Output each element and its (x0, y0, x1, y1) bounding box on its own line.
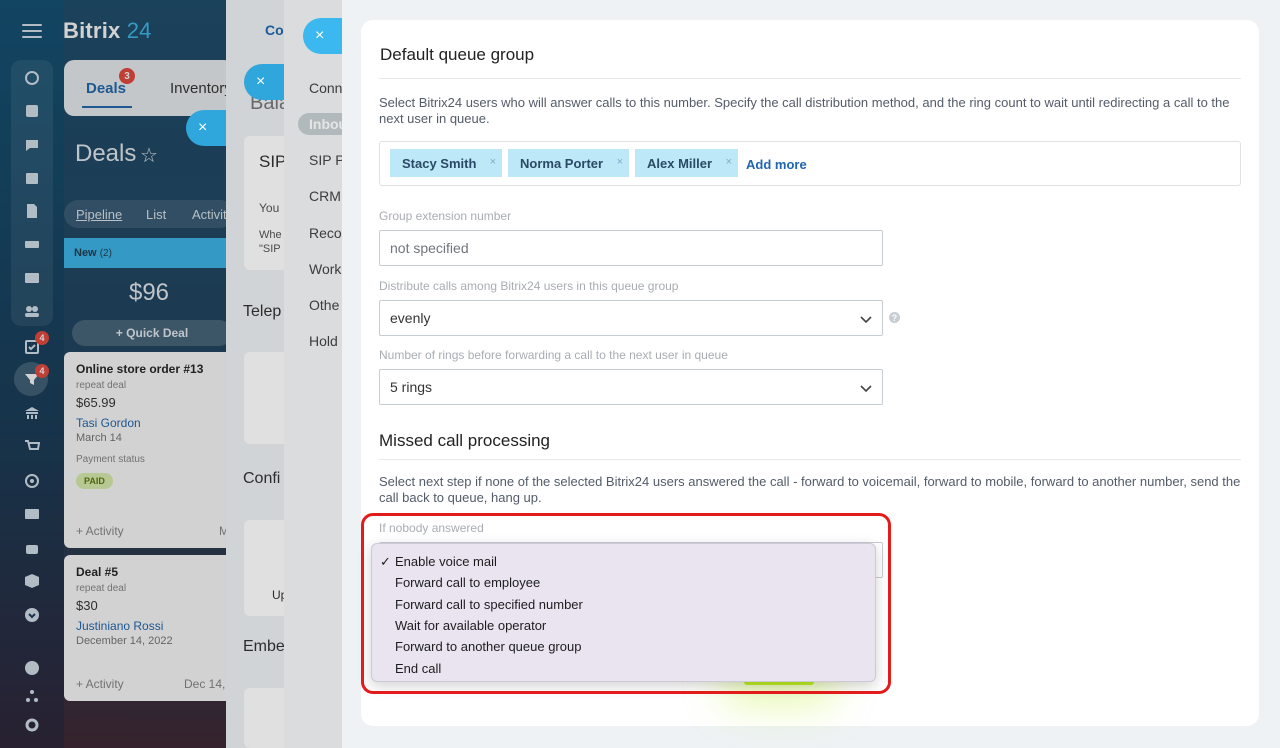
distribute-label: Distribute calls among Bitrix24 users in… (379, 279, 679, 293)
remove-chip-icon[interactable]: × (726, 156, 732, 168)
help-icon[interactable]: ? (889, 312, 900, 323)
close-slider-button[interactable]: × (303, 18, 343, 54)
missed-description: Select next step if none of the selected… (379, 474, 1241, 505)
distribute-value: evenly (390, 310, 431, 326)
user-chip[interactable]: Norma Porter × (508, 149, 629, 177)
rings-label: Number of rings before forwarding a call… (379, 348, 728, 362)
user-chip[interactable]: Stacy Smith × (390, 149, 502, 177)
ext-label: Group extension number (379, 209, 512, 223)
user-chip[interactable]: Alex Miller × (635, 149, 738, 177)
queue-description: Select Bitrix24 users who will answer ca… (379, 95, 1230, 126)
missed-section-title: Missed call processing (379, 431, 551, 450)
close-slider-button[interactable]: × (244, 64, 284, 100)
close-slider-button[interactable]: × (186, 110, 226, 146)
rings-select[interactable]: 5 rings (379, 369, 883, 405)
close-icon: × (198, 119, 208, 136)
queue-section-title: Default queue group (380, 45, 535, 64)
extension-input[interactable]: not specified (379, 230, 883, 266)
rings-value: 5 rings (390, 379, 433, 395)
remove-chip-icon[interactable]: × (490, 156, 496, 168)
remove-chip-icon[interactable]: × (617, 156, 623, 168)
highlight-frame (361, 513, 891, 694)
close-icon: × (256, 73, 266, 90)
add-more-link[interactable]: Add more (746, 157, 807, 172)
chevron-down-icon (860, 385, 872, 393)
close-icon: × (315, 27, 325, 44)
divider (379, 78, 1241, 79)
distribute-select[interactable]: evenly (379, 300, 883, 336)
divider (379, 459, 1241, 460)
chevron-down-icon (860, 316, 872, 324)
